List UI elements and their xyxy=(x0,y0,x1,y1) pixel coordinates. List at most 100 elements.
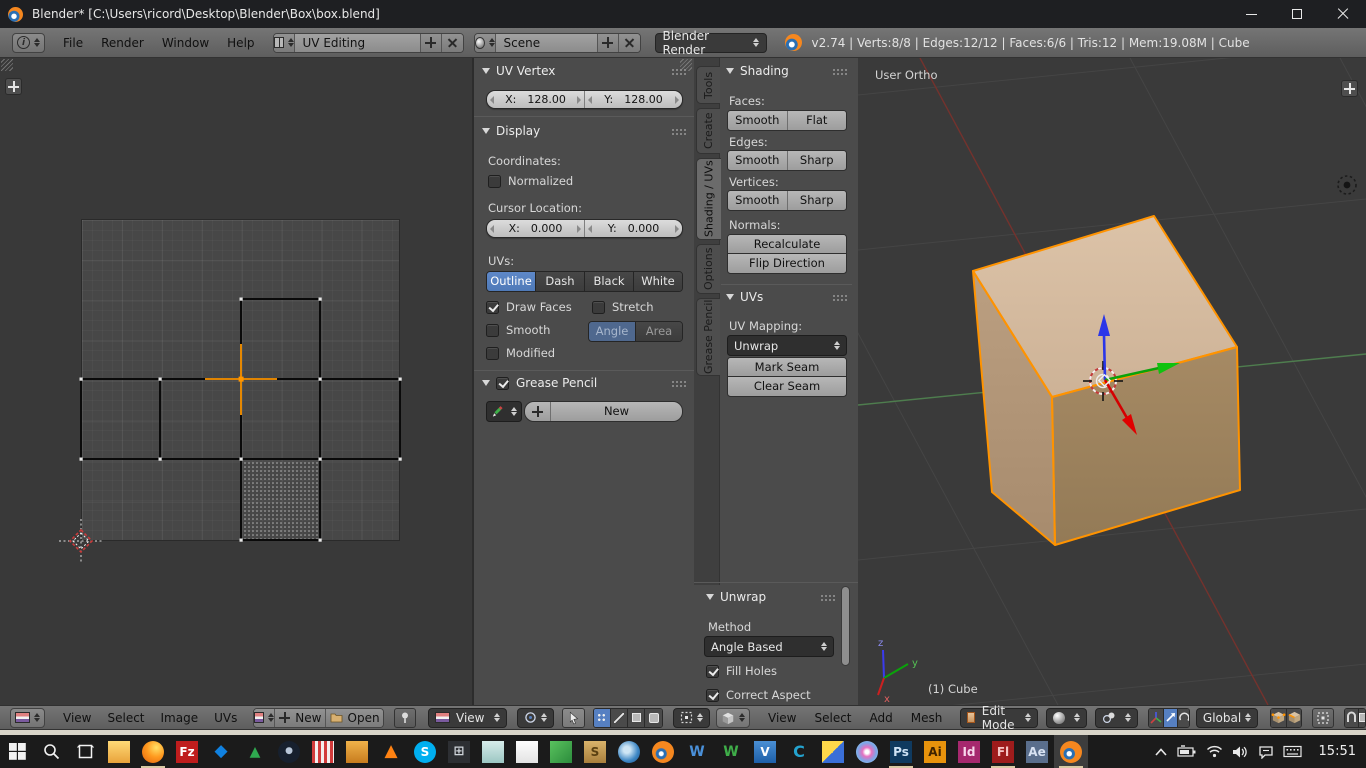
taskbar-icon-ledger-book[interactable]: S xyxy=(578,735,612,768)
uv-mode-white-button[interactable]: White xyxy=(634,272,682,291)
unwrap-method-menu[interactable]: Angle Based xyxy=(704,636,834,657)
modified-row[interactable]: Modified xyxy=(486,346,555,360)
normalized-checkbox[interactable] xyxy=(488,175,501,188)
menu-file[interactable]: File xyxy=(59,36,87,50)
stretch-checkbox[interactable] xyxy=(592,301,605,314)
decrement-arrow-icon[interactable] xyxy=(588,96,592,104)
stretch-row[interactable]: Stretch xyxy=(592,300,653,314)
limit-selection-visible-toggle[interactable] xyxy=(1312,708,1334,728)
correct-aspect-checkbox[interactable] xyxy=(706,689,719,702)
uv-view-dropdown[interactable]: View xyxy=(428,708,507,728)
scene-browse-button[interactable] xyxy=(475,34,496,52)
panel-grip-icon[interactable] xyxy=(820,594,836,601)
close-layout-button[interactable] xyxy=(442,34,463,52)
angle-button[interactable]: Angle xyxy=(589,322,636,341)
modified-checkbox[interactable] xyxy=(486,347,499,360)
action-center-icon[interactable] xyxy=(1258,745,1274,759)
interaction-mode-dropdown[interactable]: Edit Mode xyxy=(960,708,1038,728)
taskbar-icon-flash[interactable]: Fl xyxy=(986,735,1020,768)
panel-grip-icon[interactable] xyxy=(832,68,848,75)
taskbar-icon-photoshop[interactable]: Ps xyxy=(884,735,918,768)
mark-seam-button[interactable]: Mark Seam xyxy=(727,357,847,377)
fill-holes-checkbox[interactable] xyxy=(706,665,719,678)
close-scene-button[interactable] xyxy=(619,34,640,52)
minimize-button[interactable] xyxy=(1228,0,1274,28)
normalized-checkbox-row[interactable]: Normalized xyxy=(488,174,573,188)
panel-grip-icon[interactable] xyxy=(671,128,687,135)
smooth-row[interactable]: Smooth xyxy=(486,323,550,337)
uv-sync-selection-toggle[interactable] xyxy=(562,708,584,728)
taskbar-icon-steam[interactable]: ● xyxy=(272,735,306,768)
uv-select-vertex-button[interactable] xyxy=(594,709,611,727)
decrement-arrow-icon[interactable] xyxy=(490,96,494,104)
image-browse-button[interactable] xyxy=(254,709,275,727)
image-open-button[interactable]: Open xyxy=(326,709,382,727)
taskbar-icon-blender-pinned[interactable] xyxy=(646,735,680,768)
pivot-point-dropdown[interactable] xyxy=(1095,708,1138,728)
expand-properties-region-button[interactable] xyxy=(1341,80,1358,97)
taskbar-icon-file-explorer[interactable] xyxy=(102,735,136,768)
image-new-button[interactable]: New xyxy=(275,709,326,727)
taskbar-icon-google-drive[interactable]: ▲ xyxy=(238,735,272,768)
decrement-arrow-icon[interactable] xyxy=(588,225,592,233)
tab-tools[interactable]: Tools xyxy=(696,66,720,104)
panel-grip-icon[interactable] xyxy=(832,294,848,301)
panel-grip-icon[interactable] xyxy=(671,380,687,387)
faces-flat-button[interactable]: Flat xyxy=(788,111,847,130)
uv-mapping-menu[interactable]: Unwrap xyxy=(727,335,847,356)
taskbar-icon-dropbox[interactable]: ◆ xyxy=(204,735,238,768)
edges-sharp-button[interactable]: Sharp xyxy=(788,151,847,170)
uv-pivot-dropdown[interactable] xyxy=(517,708,554,728)
unwrap-redo-panel-header[interactable]: Unwrap xyxy=(706,590,836,604)
taskbar-icon-color-disc[interactable] xyxy=(850,735,884,768)
faces-smooth-button[interactable]: Smooth xyxy=(728,111,788,130)
wifi-icon[interactable] xyxy=(1206,745,1223,758)
uv-sticky-selection-dropdown[interactable] xyxy=(673,708,710,728)
uv-mode-outline-button[interactable]: Outline xyxy=(487,272,536,291)
clear-seam-button[interactable]: Clear Seam xyxy=(727,377,847,397)
vertices-smooth-button[interactable]: Smooth xyxy=(728,191,788,210)
tab-grease-pencil[interactable]: Grease Pencil xyxy=(696,298,720,376)
menu-help[interactable]: Help xyxy=(223,36,258,50)
grease-pencil-new-button[interactable]: New xyxy=(551,402,682,421)
add-scene-button[interactable] xyxy=(598,34,619,52)
lamp-object[interactable] xyxy=(1338,176,1356,194)
uv-vertex-y-slider[interactable]: Y: 128.00 xyxy=(584,91,682,108)
draw-faces-checkbox[interactable] xyxy=(486,301,499,314)
uv-vertex-selected[interactable] xyxy=(239,377,244,382)
uv-editor-type-button[interactable] xyxy=(10,708,45,728)
scene-name[interactable]: Scene xyxy=(496,34,598,52)
uv-mode-black-button[interactable]: Black xyxy=(585,272,634,291)
uv-select-island-button[interactable] xyxy=(645,709,662,727)
fill-holes-row[interactable]: Fill Holes xyxy=(706,664,777,678)
uv-menu-view[interactable]: View xyxy=(59,711,95,725)
screen-layout-name[interactable]: UV Editing xyxy=(295,34,421,52)
taskbar-icon-filezilla[interactable]: Fz xyxy=(170,735,204,768)
edges-smooth-button[interactable]: Smooth xyxy=(728,151,788,170)
taskbar-icon-cinema-c[interactable]: C xyxy=(782,735,816,768)
taskbar-clock[interactable]: 15:51 xyxy=(1319,744,1356,759)
start-button[interactable] xyxy=(0,735,34,768)
grease-pencil-add-button[interactable] xyxy=(525,402,551,421)
increment-arrow-icon[interactable] xyxy=(675,96,679,104)
v3d-menu-view[interactable]: View xyxy=(764,711,800,725)
snap-toggle-button[interactable] xyxy=(1345,709,1359,727)
flip-direction-button[interactable]: Flip Direction xyxy=(727,254,847,274)
increment-arrow-icon[interactable] xyxy=(577,96,581,104)
increment-arrow-icon[interactable] xyxy=(675,225,679,233)
taskbar-icon-illustrator[interactable]: Ai xyxy=(918,735,952,768)
v3d-menu-select[interactable]: Select xyxy=(810,711,855,725)
render-engine-select[interactable]: Blender Render xyxy=(655,33,767,53)
display-panel-header[interactable]: Display xyxy=(482,124,687,138)
taskbar-icon-calculator[interactable]: ⊞ xyxy=(442,735,476,768)
taskbar-icon-popcorn-time[interactable] xyxy=(306,735,340,768)
close-button[interactable] xyxy=(1320,0,1366,28)
tab-shading-uvs[interactable]: Shading / UVs xyxy=(696,158,721,240)
taskbar-icon-lightning-app[interactable] xyxy=(816,735,850,768)
uv-face-selected[interactable] xyxy=(241,459,320,540)
uv-menu-select[interactable]: Select xyxy=(103,711,148,725)
grease-pencil-browse-button[interactable] xyxy=(486,401,522,422)
taskbar-icon-blue-disc[interactable] xyxy=(612,735,646,768)
grease-pencil-checkbox[interactable] xyxy=(496,377,509,390)
edge-mode-button[interactable] xyxy=(1287,709,1302,727)
